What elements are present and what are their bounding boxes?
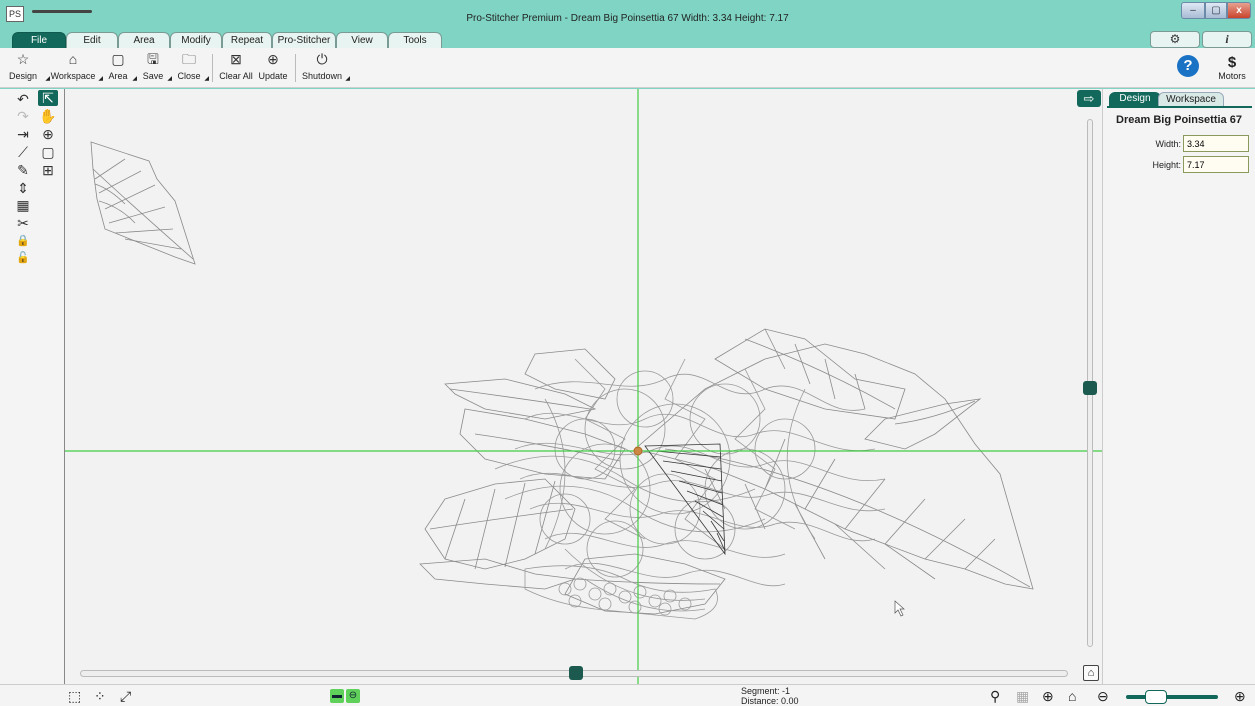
toolbar-divider: [212, 54, 213, 82]
mouse-cursor-icon: [894, 600, 905, 617]
tool-palette: ↶ ⇱ ↷ ✋ ⇥ ⊕ ⟋ ▢ ✎ ⊞ ⇕ ▦ ✂ 🔒 🔓: [0, 89, 64, 684]
nodes-icon[interactable]: ⁘: [94, 688, 106, 704]
menu-bar: File Edit Area Modify Repeat Pro-Stitche…: [0, 30, 1255, 48]
properties-panel: Design Workspace Dream Big Poinsettia 67…: [1103, 89, 1255, 684]
info-icon[interactable]: i: [1202, 31, 1252, 48]
motors-icon: $: [1227, 54, 1237, 71]
width-field[interactable]: [1183, 135, 1249, 152]
node-edit-icon[interactable]: ✎: [13, 162, 33, 178]
design-canvas[interactable]: ⇨ ⌂: [64, 89, 1103, 684]
needle-position-marker: [633, 446, 643, 456]
zoom-out-icon[interactable]: ⊖: [1097, 688, 1109, 704]
tab-design[interactable]: Design: [1109, 92, 1161, 107]
zoom-slider-thumb[interactable]: [1145, 690, 1167, 704]
distance-readout: Distance: 0.00: [741, 696, 799, 706]
shutdown-button[interactable]: ⏻ Shutdown ◢: [301, 50, 350, 82]
tab-underline: [1107, 106, 1252, 108]
small-leaf-shape: [90, 141, 196, 265]
motors-button[interactable]: $ Motors: [1212, 54, 1252, 81]
grid-icon[interactable]: ⊞: [38, 162, 58, 178]
workspace-button[interactable]: ⌂ Workspace ◢: [50, 50, 103, 82]
star-icon: ☆: [16, 51, 30, 67]
power-icon: ⏻: [316, 51, 328, 67]
toolbar: ☆ Design ◢ ⌂ Workspace ◢ ▢ Area ◢ 🖫 Save…: [0, 48, 1255, 88]
tab-view[interactable]: View: [336, 32, 388, 48]
home-icon[interactable]: ⌂: [1083, 665, 1099, 681]
clear-all-button[interactable]: ⊠ Clear All: [217, 50, 255, 82]
dropdown-arrow-icon: ◢: [132, 76, 137, 82]
title-bar: PS Pro-Stitcher Premium - Dream Big Poin…: [0, 0, 1255, 30]
stitch-mode-icon[interactable]: ▬: [330, 689, 344, 703]
help-icon[interactable]: ?: [1177, 55, 1199, 77]
save-icon: 🖫: [147, 51, 159, 67]
trace-mode-icon[interactable]: ⊖: [346, 689, 360, 703]
close-window-button[interactable]: x: [1227, 2, 1251, 19]
segment-readout: Segment: -1: [741, 686, 791, 696]
photo-icon[interactable]: ▦: [1016, 688, 1029, 704]
status-bar: ⬚ ⁘ ⤢ ▬ ⊖ Segment: -1 Distance: 0.00 ⚲ ▦…: [0, 684, 1255, 706]
trace-icon[interactable]: ⚲: [990, 688, 1000, 704]
height-label: Height:: [1152, 160, 1181, 170]
area-icon: ▢: [111, 51, 125, 67]
maximize-button[interactable]: ▢: [1205, 2, 1227, 19]
design-name: Dream Big Poinsettia 67: [1116, 114, 1242, 126]
zoom-fit-icon[interactable]: ⊕: [1042, 688, 1054, 704]
measure-icon[interactable]: ⇥: [13, 126, 33, 142]
zoom-slider[interactable]: [1126, 695, 1218, 699]
align-icon[interactable]: ⇕: [13, 180, 33, 196]
zoom-tool-icon[interactable]: ⊕: [38, 126, 58, 142]
box-select-icon[interactable]: ▢: [38, 144, 58, 160]
pan-hand-icon[interactable]: ✋: [38, 108, 58, 124]
unlock-icon[interactable]: 🔓: [13, 250, 33, 266]
stitch-tool-icon[interactable]: ✂: [13, 215, 33, 231]
tab-repeat[interactable]: Repeat: [222, 32, 272, 48]
tab-edit[interactable]: Edit: [66, 32, 118, 48]
select-box-icon[interactable]: ⬚: [68, 688, 81, 704]
height-field[interactable]: [1183, 156, 1249, 173]
lock-icon[interactable]: 🔒: [13, 233, 33, 249]
workspace-icon: ⌂: [68, 51, 78, 67]
zoom-in-icon[interactable]: ⊕: [1234, 688, 1246, 704]
dropdown-arrow-icon: ◢: [167, 76, 172, 82]
redo-icon[interactable]: ↷: [13, 108, 33, 124]
clear-icon: ⊠: [230, 51, 242, 67]
undo-icon[interactable]: ↶: [13, 91, 33, 107]
tab-file[interactable]: File: [12, 32, 66, 48]
panel-toggle-arrow-icon[interactable]: ⇨: [1077, 90, 1101, 107]
tab-modify[interactable]: Modify: [170, 32, 222, 48]
area-button[interactable]: ▢ Area ◢: [106, 50, 137, 82]
tab-tools[interactable]: Tools: [388, 32, 442, 48]
tab-area[interactable]: Area: [118, 32, 170, 48]
poinsettia-leaves: [419, 328, 1034, 615]
crosshair: [65, 89, 1102, 684]
dropdown-arrow-icon: ◢: [98, 76, 103, 82]
folder-icon: 🗀: [182, 51, 196, 67]
minimize-button[interactable]: –: [1181, 2, 1205, 19]
tab-pro-stitcher[interactable]: Pro-Stitcher: [272, 32, 336, 48]
width-label: Width:: [1155, 139, 1181, 149]
window-title: Pro-Stitcher Premium - Dream Big Poinset…: [466, 13, 789, 24]
settings-gear-icon[interactable]: ⚙: [1150, 31, 1200, 48]
select-tool-icon[interactable]: ⇱: [38, 90, 58, 106]
close-button[interactable]: 🗀 Close ◢: [176, 50, 209, 82]
tab-workspace[interactable]: Workspace: [1158, 92, 1224, 107]
update-button[interactable]: ⊕ Update: [257, 50, 289, 82]
horizontal-slider-thumb[interactable]: [569, 666, 583, 680]
arrows-icon[interactable]: ⤢: [120, 688, 131, 704]
pattern-fill-icon[interactable]: ▦: [13, 197, 33, 213]
dropdown-arrow-icon: ◢: [345, 76, 350, 82]
home-view-icon[interactable]: ⌂: [1068, 688, 1076, 704]
design-button[interactable]: ☆ Design ◢: [3, 50, 50, 82]
dropdown-arrow-icon: ◢: [204, 76, 209, 82]
save-button[interactable]: 🖫 Save ◢: [141, 50, 172, 82]
update-icon: ⊕: [267, 51, 279, 67]
vertical-slider-thumb[interactable]: [1083, 381, 1097, 395]
design-preview: [65, 89, 1102, 684]
toolbar-divider: [295, 54, 296, 82]
ruler-icon[interactable]: ⟋: [13, 144, 33, 160]
